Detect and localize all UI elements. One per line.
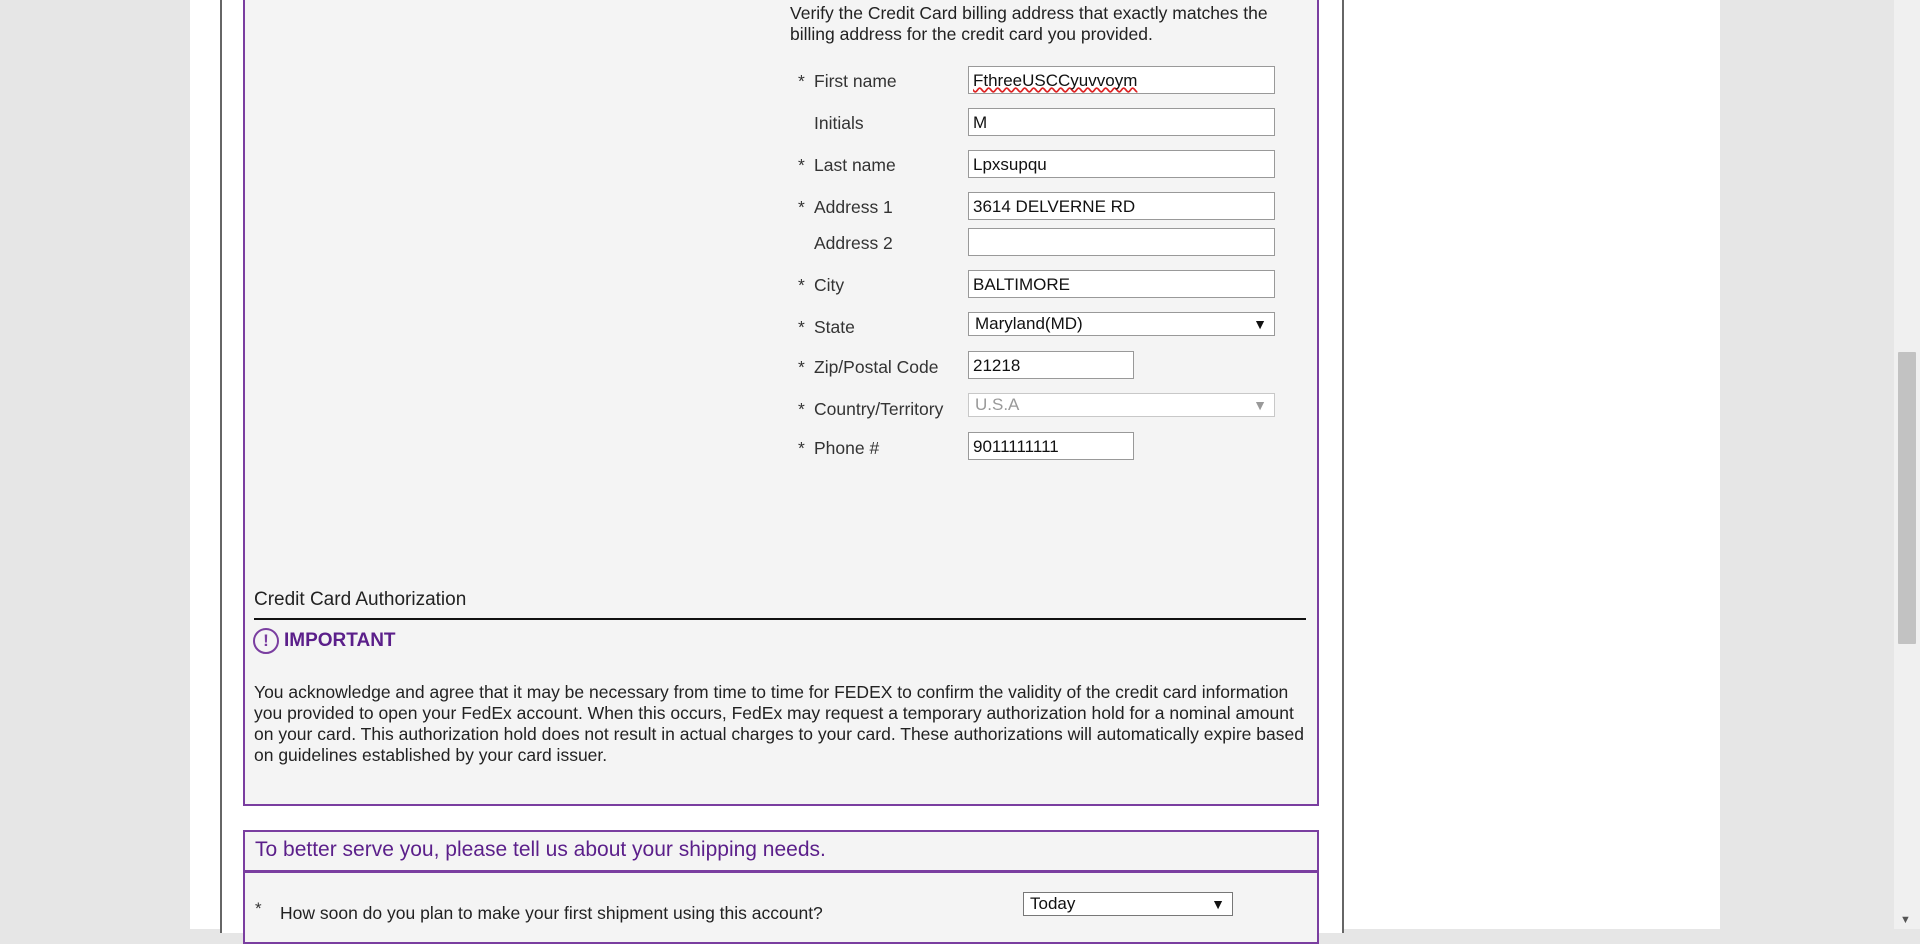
required-marker: * bbox=[798, 438, 805, 458]
zip-label-row: * Zip/Postal Code bbox=[798, 357, 939, 378]
first-name-value: FthreeUSCCyuvvoym bbox=[973, 71, 1138, 90]
phone-label-row: * Phone # bbox=[798, 438, 879, 459]
country-label-row: * Country/Territory bbox=[798, 399, 943, 420]
alert-icon: ! bbox=[253, 628, 279, 654]
required-marker: * bbox=[798, 399, 805, 419]
country-label: Country/Territory bbox=[814, 399, 944, 419]
scroll-down-arrow-icon[interactable]: ▼ bbox=[1900, 914, 1911, 926]
required-marker: * bbox=[798, 317, 805, 337]
address2-label-row: Address 2 bbox=[798, 233, 893, 254]
city-field[interactable]: BALTIMORE bbox=[968, 270, 1275, 298]
zip-label: Zip/Postal Code bbox=[814, 357, 939, 377]
first-shipment-question: How soon do you plan to make your first … bbox=[280, 903, 823, 923]
chevron-down-icon: ▼ bbox=[1253, 316, 1267, 332]
initials-field[interactable]: M bbox=[968, 108, 1275, 136]
address2-label: Address 2 bbox=[814, 233, 893, 253]
billing-intro-text: Verify the Credit Card billing address t… bbox=[790, 3, 1268, 44]
required-marker: * bbox=[798, 357, 805, 377]
last-name-field[interactable]: Lpxsupqu bbox=[968, 150, 1275, 178]
authorization-body: You acknowledge and agree that it may be… bbox=[254, 682, 1304, 765]
address2-field[interactable] bbox=[968, 228, 1275, 256]
first-name-field[interactable]: FthreeUSCCyuvvoym bbox=[968, 66, 1275, 94]
phone-field[interactable]: 9011111111 bbox=[968, 432, 1134, 460]
scrollbar-thumb[interactable] bbox=[1898, 352, 1916, 644]
vertical-scrollbar[interactable]: ▼ bbox=[1894, 0, 1920, 929]
state-label-row: * State bbox=[798, 317, 855, 338]
required-marker: * bbox=[798, 275, 805, 295]
country-value: U.S.A bbox=[975, 395, 1020, 414]
zip-field[interactable]: 21218 bbox=[968, 351, 1134, 379]
country-select: U.S.A ▼ bbox=[968, 393, 1275, 417]
first-name-label: First name bbox=[814, 71, 897, 91]
first-name-label-row: * First name bbox=[798, 71, 897, 92]
important-label: IMPORTANT bbox=[284, 630, 396, 651]
required-marker: * bbox=[255, 899, 262, 918]
shipping-needs-section: To better serve you, please tell us abou… bbox=[243, 830, 1319, 944]
address1-label: Address 1 bbox=[814, 197, 893, 217]
address1-label-row: * Address 1 bbox=[798, 197, 893, 218]
state-value: Maryland(MD) bbox=[975, 314, 1083, 333]
state-label: State bbox=[814, 317, 855, 337]
city-label-row: * City bbox=[798, 275, 844, 296]
required-marker: * bbox=[798, 71, 805, 91]
initials-label: Initials bbox=[814, 113, 864, 133]
authorization-divider bbox=[254, 618, 1306, 620]
first-shipment-value: Today bbox=[1030, 894, 1076, 913]
phone-label: Phone # bbox=[814, 438, 880, 458]
required-marker: * bbox=[798, 155, 805, 175]
state-select[interactable]: Maryland(MD) ▼ bbox=[968, 312, 1275, 336]
shipping-header: To better serve you, please tell us abou… bbox=[245, 832, 1317, 873]
chevron-down-icon: ▼ bbox=[1211, 896, 1225, 912]
city-label: City bbox=[814, 275, 845, 295]
shipping-title: To better serve you, please tell us abou… bbox=[255, 838, 826, 861]
initials-label-row: Initials bbox=[798, 113, 864, 134]
last-name-label-row: * Last name bbox=[798, 155, 896, 176]
authorization-title: Credit Card Authorization bbox=[254, 589, 467, 610]
last-name-label: Last name bbox=[814, 155, 896, 175]
required-marker: * bbox=[798, 197, 805, 217]
address1-field[interactable]: 3614 DELVERNE RD bbox=[968, 192, 1275, 220]
chevron-down-icon: ▼ bbox=[1253, 397, 1267, 413]
first-shipment-select[interactable]: Today ▼ bbox=[1023, 892, 1233, 916]
